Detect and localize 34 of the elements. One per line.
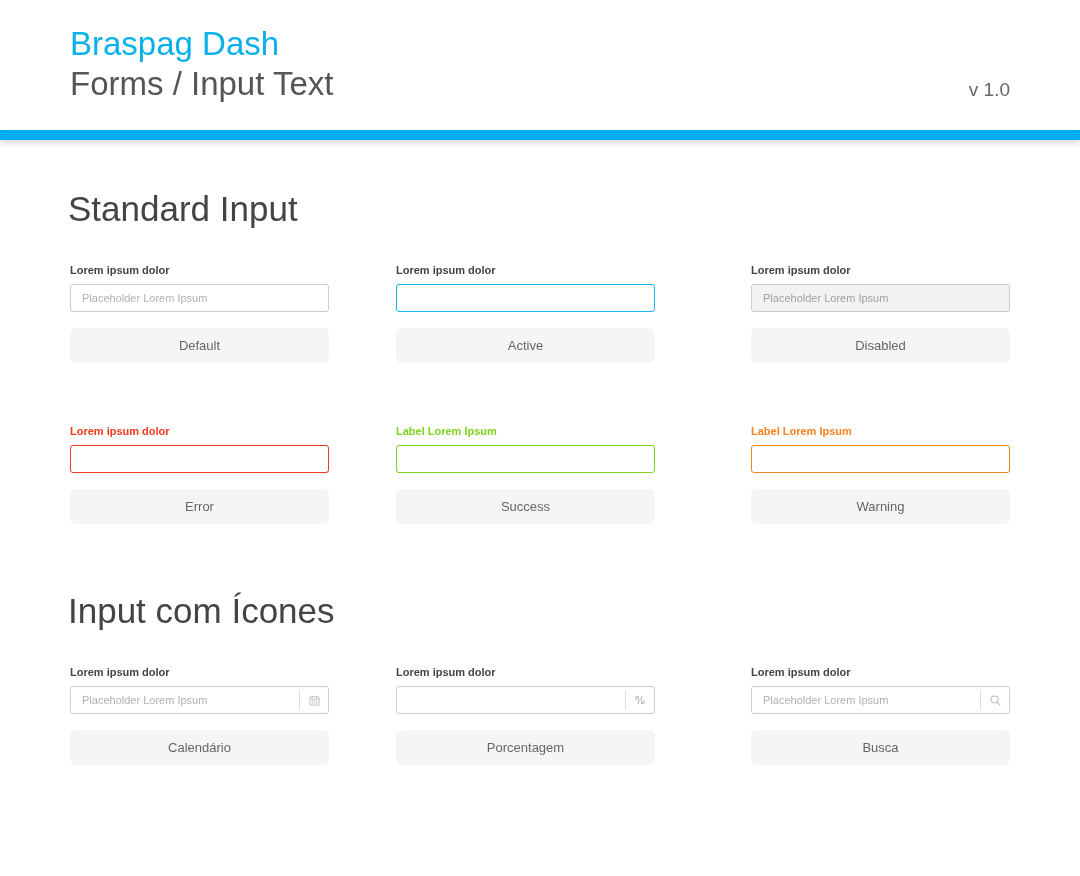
- search-icon: [989, 694, 1001, 706]
- field-label: Lorem ipsum dolor: [751, 264, 852, 277]
- field-label: Label Lorem Ipsum: [396, 425, 498, 438]
- section-title: Input com Ícones: [68, 590, 336, 632]
- state-caption: Active: [396, 328, 655, 363]
- version-label: v 1.0: [968, 79, 1010, 101]
- calendar-icon: [308, 694, 320, 706]
- field-label: Label Lorem Ipsum: [751, 425, 853, 438]
- field-label: Lorem ipsum dolor: [70, 264, 171, 277]
- state-caption: Warning: [751, 489, 1010, 524]
- input-field[interactable]: [396, 284, 655, 312]
- field-label: Lorem ipsum dolor: [751, 666, 852, 679]
- brand-title: Braspag Dash: [70, 24, 281, 64]
- state-caption: Porcentagem: [396, 730, 655, 765]
- state-caption: Disabled: [751, 328, 1010, 363]
- input-field[interactable]: [751, 445, 1010, 473]
- field-label: Lorem ipsum dolor: [70, 666, 171, 679]
- input-field[interactable]: [396, 445, 655, 473]
- percent-sign: %: [634, 693, 646, 707]
- input-field[interactable]: [70, 445, 329, 473]
- input-field[interactable]: Placeholder Lorem Ipsum: [70, 284, 329, 312]
- state-caption: Error: [70, 489, 329, 524]
- field-label: Lorem ipsum dolor: [396, 264, 497, 277]
- field-label: Lorem ipsum dolor: [70, 425, 171, 438]
- field-label: Lorem ipsum dolor: [396, 666, 497, 679]
- input-field[interactable]: Placeholder Lorem Ipsum: [751, 686, 1010, 714]
- state-caption: Busca: [751, 730, 1010, 765]
- page-title: Forms / Input Text: [70, 64, 334, 104]
- section-title: Standard Input: [68, 188, 299, 230]
- state-caption: Default: [70, 328, 329, 363]
- input-field[interactable]: [396, 686, 655, 714]
- state-caption: Success: [396, 489, 655, 524]
- state-caption: Calendário: [70, 730, 329, 765]
- input-field[interactable]: Placeholder Lorem Ipsum: [70, 686, 329, 714]
